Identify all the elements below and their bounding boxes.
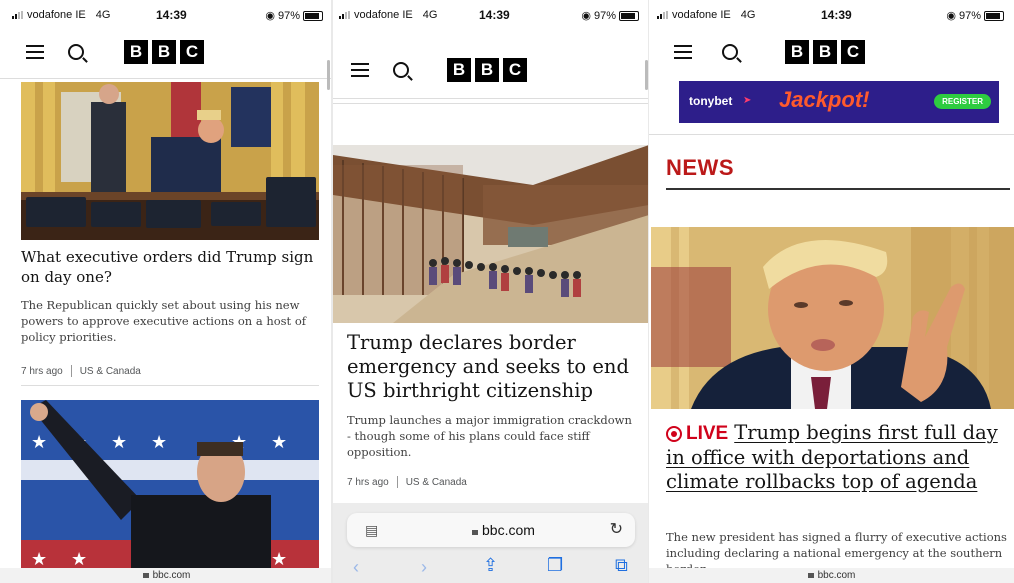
bbc-logo[interactable]: BBC <box>447 58 527 82</box>
clock: 14:39 <box>479 8 510 22</box>
share-icon[interactable]: ⇪ <box>483 555 498 576</box>
search-icon[interactable] <box>722 44 738 60</box>
reader-icon[interactable]: ▤ <box>365 522 378 539</box>
svg-text:★: ★ <box>271 432 287 453</box>
search-icon[interactable] <box>393 62 409 78</box>
ad-register-button[interactable]: REGISTER <box>934 94 991 109</box>
safari-toolbar: ▤ bbc.com ↻ ‹ › ⇪ ❐ ⧉ <box>333 503 649 583</box>
battery-percent: 97% <box>277 9 300 22</box>
article-section-link[interactable]: US & Canada <box>406 477 467 488</box>
article-summary: The Republican quickly set about using h… <box>21 298 307 344</box>
article-meta: 7 hrs ago US & Canada <box>21 365 141 377</box>
live-label: LIVE <box>686 423 729 444</box>
ad-headline: Jackpot! <box>779 87 870 112</box>
article-headline[interactable]: What executive orders did Trump sign on … <box>21 247 321 287</box>
oval-office-photo[interactable] <box>21 82 319 240</box>
svg-text:★: ★ <box>151 432 167 453</box>
battery-icon <box>619 10 639 21</box>
advertisement-banner[interactable]: tonybet ➤ Jackpot! REGISTER <box>679 81 999 123</box>
scrollbar[interactable] <box>327 60 330 90</box>
signal-icon <box>657 11 668 19</box>
phone-panel-2: vodafone IE 4G 14:39 ◉ 97% BBC Trump dec… <box>333 0 649 583</box>
bbc-logo[interactable]: BBC <box>785 40 865 64</box>
ad-brand: tonybet <box>689 94 733 108</box>
svg-text:★: ★ <box>271 549 287 570</box>
battery-icon <box>303 10 323 21</box>
address-bar-mini[interactable]: bbc.com <box>0 568 333 583</box>
signal-icon <box>339 11 350 19</box>
article-summary: Trump launches a major immigration crack… <box>347 413 632 459</box>
svg-text:★: ★ <box>31 432 47 453</box>
address-bar-mini[interactable]: bbc.com <box>649 568 1014 583</box>
header-divider-2 <box>333 103 649 104</box>
article-divider <box>21 385 319 386</box>
ad-brand-mark-icon: ➤ <box>743 95 752 106</box>
menu-icon[interactable] <box>26 45 44 59</box>
section-title[interactable]: NEWS <box>666 155 734 181</box>
bbc-header: BBC <box>649 28 1014 76</box>
article-headline[interactable]: Trump declares border emergency and seek… <box>347 331 637 403</box>
header-divider <box>0 78 333 79</box>
trump-live-photo[interactable] <box>651 227 1014 409</box>
lock-icon <box>807 573 814 578</box>
bbc-logo[interactable]: BBC <box>124 40 204 64</box>
carrier-name: vodafone IE <box>27 9 86 21</box>
url-text: bbc.com <box>482 522 535 538</box>
article-time: 7 hrs ago <box>21 365 63 377</box>
article-time: 7 hrs ago <box>347 476 389 488</box>
lock-icon <box>472 530 478 535</box>
carrier-name: vodafone IE <box>672 9 731 21</box>
svg-text:★: ★ <box>111 432 127 453</box>
status-bar: vodafone IE 4G 14:39 ◉ 97% <box>649 0 1014 28</box>
bbc-header: BBC <box>333 46 649 94</box>
battery-percent: 97% <box>958 9 981 22</box>
network-type: 4G <box>422 9 438 21</box>
section-underline <box>666 188 1010 190</box>
signal-icon <box>12 11 23 19</box>
border-wall-photo[interactable] <box>333 145 649 323</box>
lock-icon <box>142 573 149 578</box>
article-meta: 7 hrs ago US & Canada <box>347 476 467 488</box>
article-section-link[interactable]: US & Canada <box>80 366 141 377</box>
status-bar: vodafone IE 4G 14:39 ◉ 97% <box>0 0 333 28</box>
status-bar: vodafone IE 4G 14:39 ◉ 97% <box>333 0 649 28</box>
network-type: 4G <box>95 9 111 21</box>
menu-icon[interactable] <box>674 45 692 59</box>
orientation-lock-icon: ◉ <box>946 10 956 22</box>
network-type: 4G <box>740 9 756 21</box>
live-indicator-icon <box>666 426 682 442</box>
battery-icon <box>984 10 1004 21</box>
search-icon[interactable] <box>68 44 84 60</box>
tabs-icon[interactable]: ⧉ <box>615 555 628 576</box>
orientation-lock-icon: ◉ <box>265 10 275 22</box>
header-divider <box>333 98 649 99</box>
forward-icon[interactable]: › <box>421 557 427 578</box>
carrier-name: vodafone IE <box>354 9 413 21</box>
live-headline-block[interactable]: LIVE Trump begins first full day in offic… <box>666 421 1011 494</box>
bookmarks-icon[interactable]: ❐ <box>547 555 563 576</box>
orientation-lock-icon: ◉ <box>581 10 591 22</box>
safari-address-bar[interactable]: ▤ bbc.com ↻ <box>347 513 635 547</box>
article-summary: The new president has signed a flurry of… <box>666 530 1007 569</box>
menu-icon[interactable] <box>351 63 369 77</box>
musk-photo[interactable]: ★★★★★★★★★ <box>21 400 319 570</box>
back-icon[interactable]: ‹ <box>353 557 359 578</box>
battery-percent: 97% <box>593 9 616 22</box>
svg-text:★: ★ <box>31 549 47 570</box>
ad-divider <box>649 134 1014 135</box>
reload-icon[interactable]: ↻ <box>610 519 623 539</box>
svg-text:★: ★ <box>71 549 87 570</box>
clock: 14:39 <box>156 8 187 22</box>
phone-panel-1: vodafone IE 4G 14:39 ◉ 97% BBC What exec… <box>0 0 333 583</box>
clock: 14:39 <box>821 8 852 22</box>
phone-panel-3: vodafone IE 4G 14:39 ◉ 97% BBC tonybet ➤… <box>649 0 1014 583</box>
bbc-header: BBC <box>0 28 333 76</box>
